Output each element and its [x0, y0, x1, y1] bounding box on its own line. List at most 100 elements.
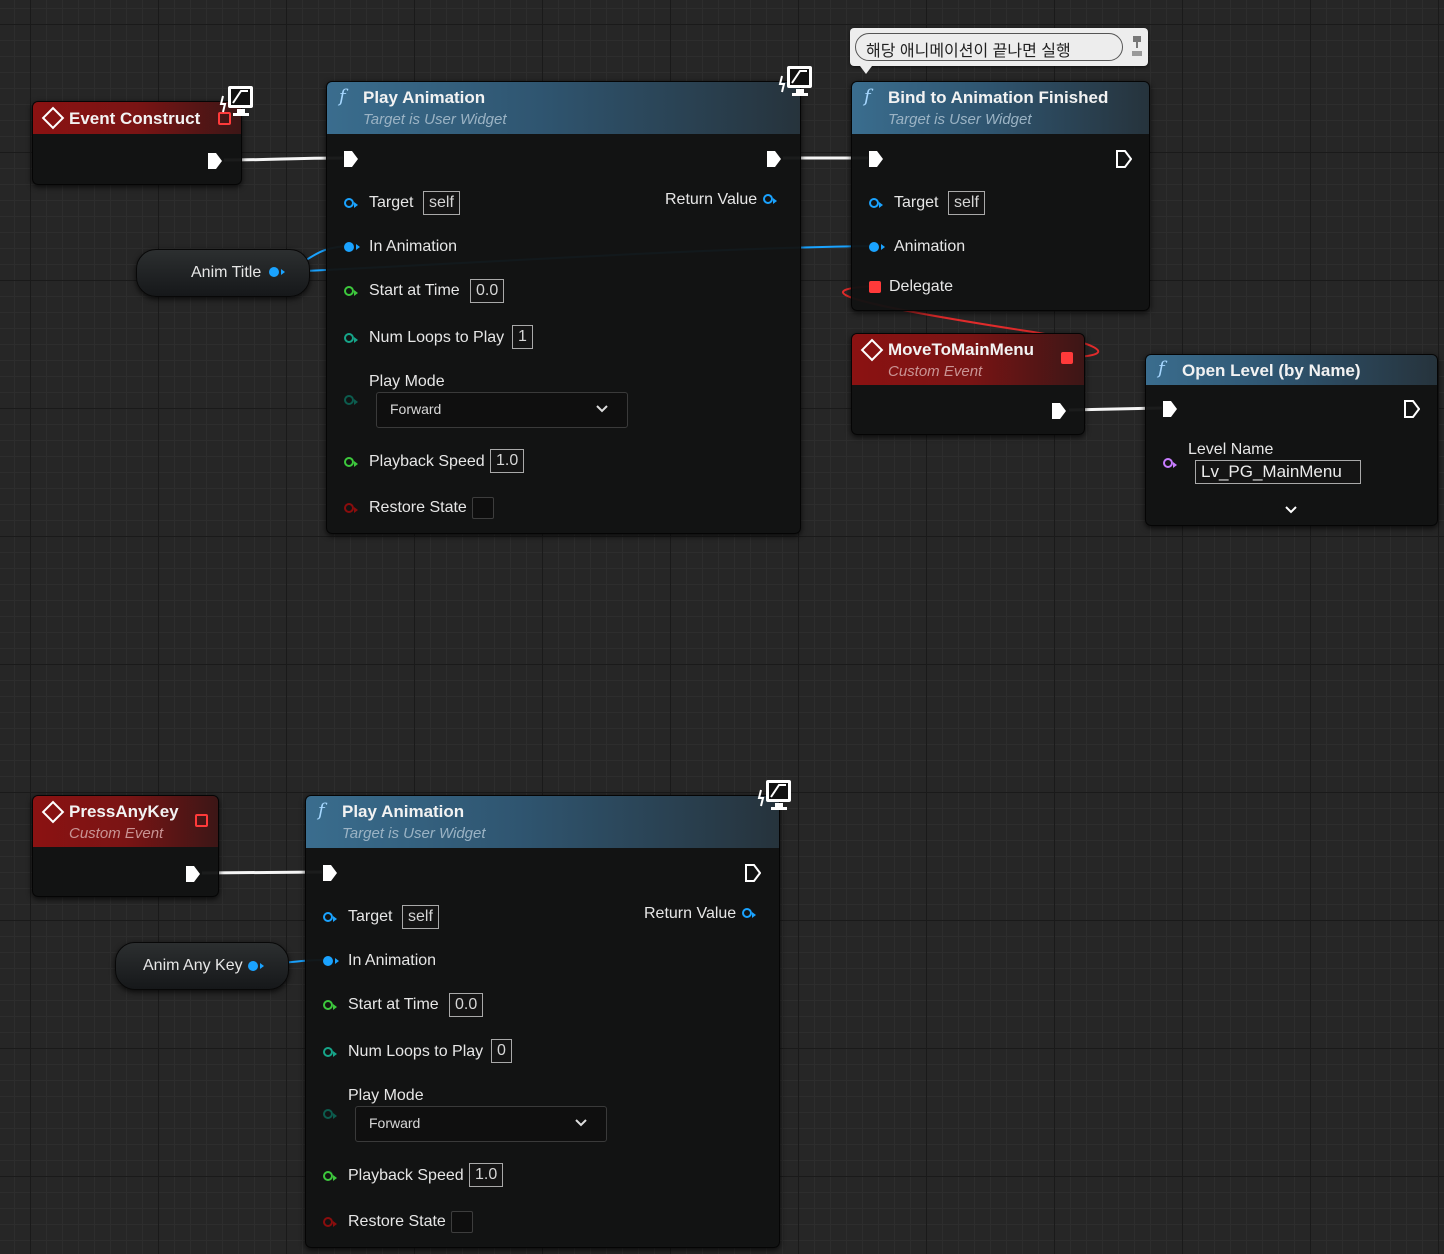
restore-state-checkbox[interactable]: [451, 1211, 473, 1233]
anim-title-output-pin[interactable]: [269, 267, 285, 277]
exec-out-pin[interactable]: [1404, 400, 1420, 418]
playback-speed-label: Playback Speed: [369, 453, 485, 470]
anim-any-key-output-pin[interactable]: [248, 961, 264, 971]
play-mode-dropdown[interactable]: Forward: [355, 1106, 607, 1142]
exec-in-pin[interactable]: [343, 150, 359, 168]
exec-in-pin[interactable]: [322, 864, 338, 882]
num-loops-pin[interactable]: [323, 1047, 337, 1057]
event-diamond-icon: [41, 106, 65, 130]
play-mode-label: Play Mode: [369, 373, 445, 390]
target-pin[interactable]: [323, 912, 337, 922]
function-icon: f: [864, 86, 871, 107]
delegate-output-pin[interactable]: [1061, 352, 1073, 364]
exec-out-pin[interactable]: [1051, 402, 1067, 420]
playback-speed-pin[interactable]: [323, 1171, 337, 1181]
target-field[interactable]: self: [402, 905, 439, 929]
in-animation-pin[interactable]: [323, 956, 339, 966]
target-field[interactable]: self: [423, 191, 460, 215]
playback-speed-pin[interactable]: [344, 457, 358, 467]
return-value-pin[interactable]: [742, 908, 756, 918]
play-mode-value: Forward: [369, 1115, 421, 1131]
exec-out-pin[interactable]: [185, 865, 201, 883]
num-loops-field[interactable]: 1: [512, 325, 533, 349]
node-subtitle: Custom Event: [888, 363, 983, 380]
anim-title-variable-node[interactable]: Anim Title: [136, 249, 310, 297]
node-header: f Play Animation Target is User Widget: [306, 796, 779, 848]
start-at-time-label: Start at Time: [369, 282, 460, 299]
play-mode-pin[interactable]: [323, 1109, 337, 1119]
comment-bubble[interactable]: 해당 애니메이션이 끝나면 실행: [850, 28, 1148, 74]
playback-speed-field[interactable]: 1.0: [469, 1163, 504, 1187]
node-header: PressAnyKey Custom Event: [33, 796, 218, 847]
exec-wire: [201, 870, 323, 875]
play-animation-node-1[interactable]: f Play Animation Target is User Widget T…: [326, 81, 801, 534]
exec-out-pin[interactable]: [1116, 150, 1132, 168]
comment-tail: [860, 66, 872, 74]
num-loops-label: Num Loops to Play: [369, 329, 505, 346]
event-diamond-icon: [860, 338, 884, 362]
play-animation-node-2[interactable]: f Play Animation Target is User Widget T…: [305, 795, 780, 1248]
exec-out-pin[interactable]: [745, 864, 761, 882]
in-animation-pin[interactable]: [344, 242, 360, 252]
node-header: f Bind to Animation Finished Target is U…: [852, 82, 1149, 134]
num-loops-label: Num Loops to Play: [348, 1043, 484, 1060]
target-field[interactable]: self: [948, 191, 985, 215]
variable-label: Anim Any Key: [143, 957, 243, 974]
restore-state-pin[interactable]: [344, 503, 358, 513]
node-subtitle: Target is User Widget: [888, 111, 1032, 128]
level-name-field[interactable]: Lv_PG_MainMenu: [1195, 460, 1361, 484]
variable-label: Anim Title: [191, 264, 262, 281]
play-mode-dropdown[interactable]: Forward: [376, 392, 628, 428]
node-title: PressAnyKey: [69, 802, 179, 821]
restore-state-label: Restore State: [369, 499, 467, 516]
play-mode-pin[interactable]: [344, 395, 358, 405]
level-name-label: Level Name: [1188, 441, 1274, 458]
node-title: Bind to Animation Finished: [888, 88, 1109, 107]
target-label: Target: [894, 194, 939, 211]
start-at-time-field[interactable]: 0.0: [470, 279, 505, 303]
delegate-pin[interactable]: [869, 281, 881, 293]
comment-text: 해당 애니메이션이 끝나면 실행: [866, 43, 1071, 60]
exec-in-pin[interactable]: [868, 150, 884, 168]
anim-any-key-variable-node[interactable]: Anim Any Key: [115, 942, 289, 990]
num-loops-pin[interactable]: [344, 333, 358, 343]
pin-icon[interactable]: [1131, 34, 1143, 58]
delegate-label: Delegate: [889, 278, 954, 295]
node-header: MoveToMainMenu Custom Event: [852, 334, 1084, 385]
bind-animation-finished-node[interactable]: f Bind to Animation Finished Target is U…: [851, 81, 1150, 311]
chevron-down-icon[interactable]: [1284, 504, 1298, 516]
level-name-pin[interactable]: [1163, 458, 1177, 468]
animation-pin[interactable]: [869, 242, 885, 252]
target-pin[interactable]: [344, 198, 358, 208]
node-header: f Open Level (by Name): [1146, 355, 1437, 385]
playback-speed-field[interactable]: 1.0: [490, 449, 525, 473]
start-at-time-field[interactable]: 0.0: [449, 993, 484, 1017]
chevron-down-icon: [596, 405, 608, 413]
node-title: MoveToMainMenu: [888, 340, 1035, 359]
target-pin[interactable]: [869, 198, 883, 208]
restore-state-label: Restore State: [348, 1213, 446, 1230]
exec-out-pin[interactable]: [766, 150, 782, 168]
monitor-icon: [219, 86, 253, 116]
start-at-time-label: Start at Time: [348, 996, 439, 1013]
monitor-icon: [778, 66, 812, 96]
node-header: Event Construct: [33, 102, 241, 134]
num-loops-field[interactable]: 0: [491, 1039, 512, 1063]
exec-out-pin[interactable]: [207, 152, 223, 170]
press-any-key-node[interactable]: PressAnyKey Custom Event: [32, 795, 219, 897]
play-mode-value: Forward: [390, 401, 442, 417]
restore-state-checkbox[interactable]: [472, 497, 494, 519]
start-at-time-pin[interactable]: [323, 1000, 337, 1010]
open-level-node[interactable]: f Open Level (by Name) Level Name Lv_PG_…: [1145, 354, 1438, 526]
return-value-pin[interactable]: [763, 194, 777, 204]
monitor-icon: [757, 780, 791, 810]
restore-state-pin[interactable]: [323, 1217, 337, 1227]
exec-in-pin[interactable]: [1162, 400, 1178, 418]
move-to-main-menu-node[interactable]: MoveToMainMenu Custom Event: [851, 333, 1085, 435]
start-at-time-pin[interactable]: [344, 286, 358, 296]
function-icon: f: [318, 800, 325, 821]
event-construct-node[interactable]: Event Construct: [32, 101, 242, 185]
function-icon: f: [1158, 358, 1165, 379]
playback-speed-label: Playback Speed: [348, 1167, 464, 1184]
delegate-output-pin[interactable]: [195, 814, 208, 827]
